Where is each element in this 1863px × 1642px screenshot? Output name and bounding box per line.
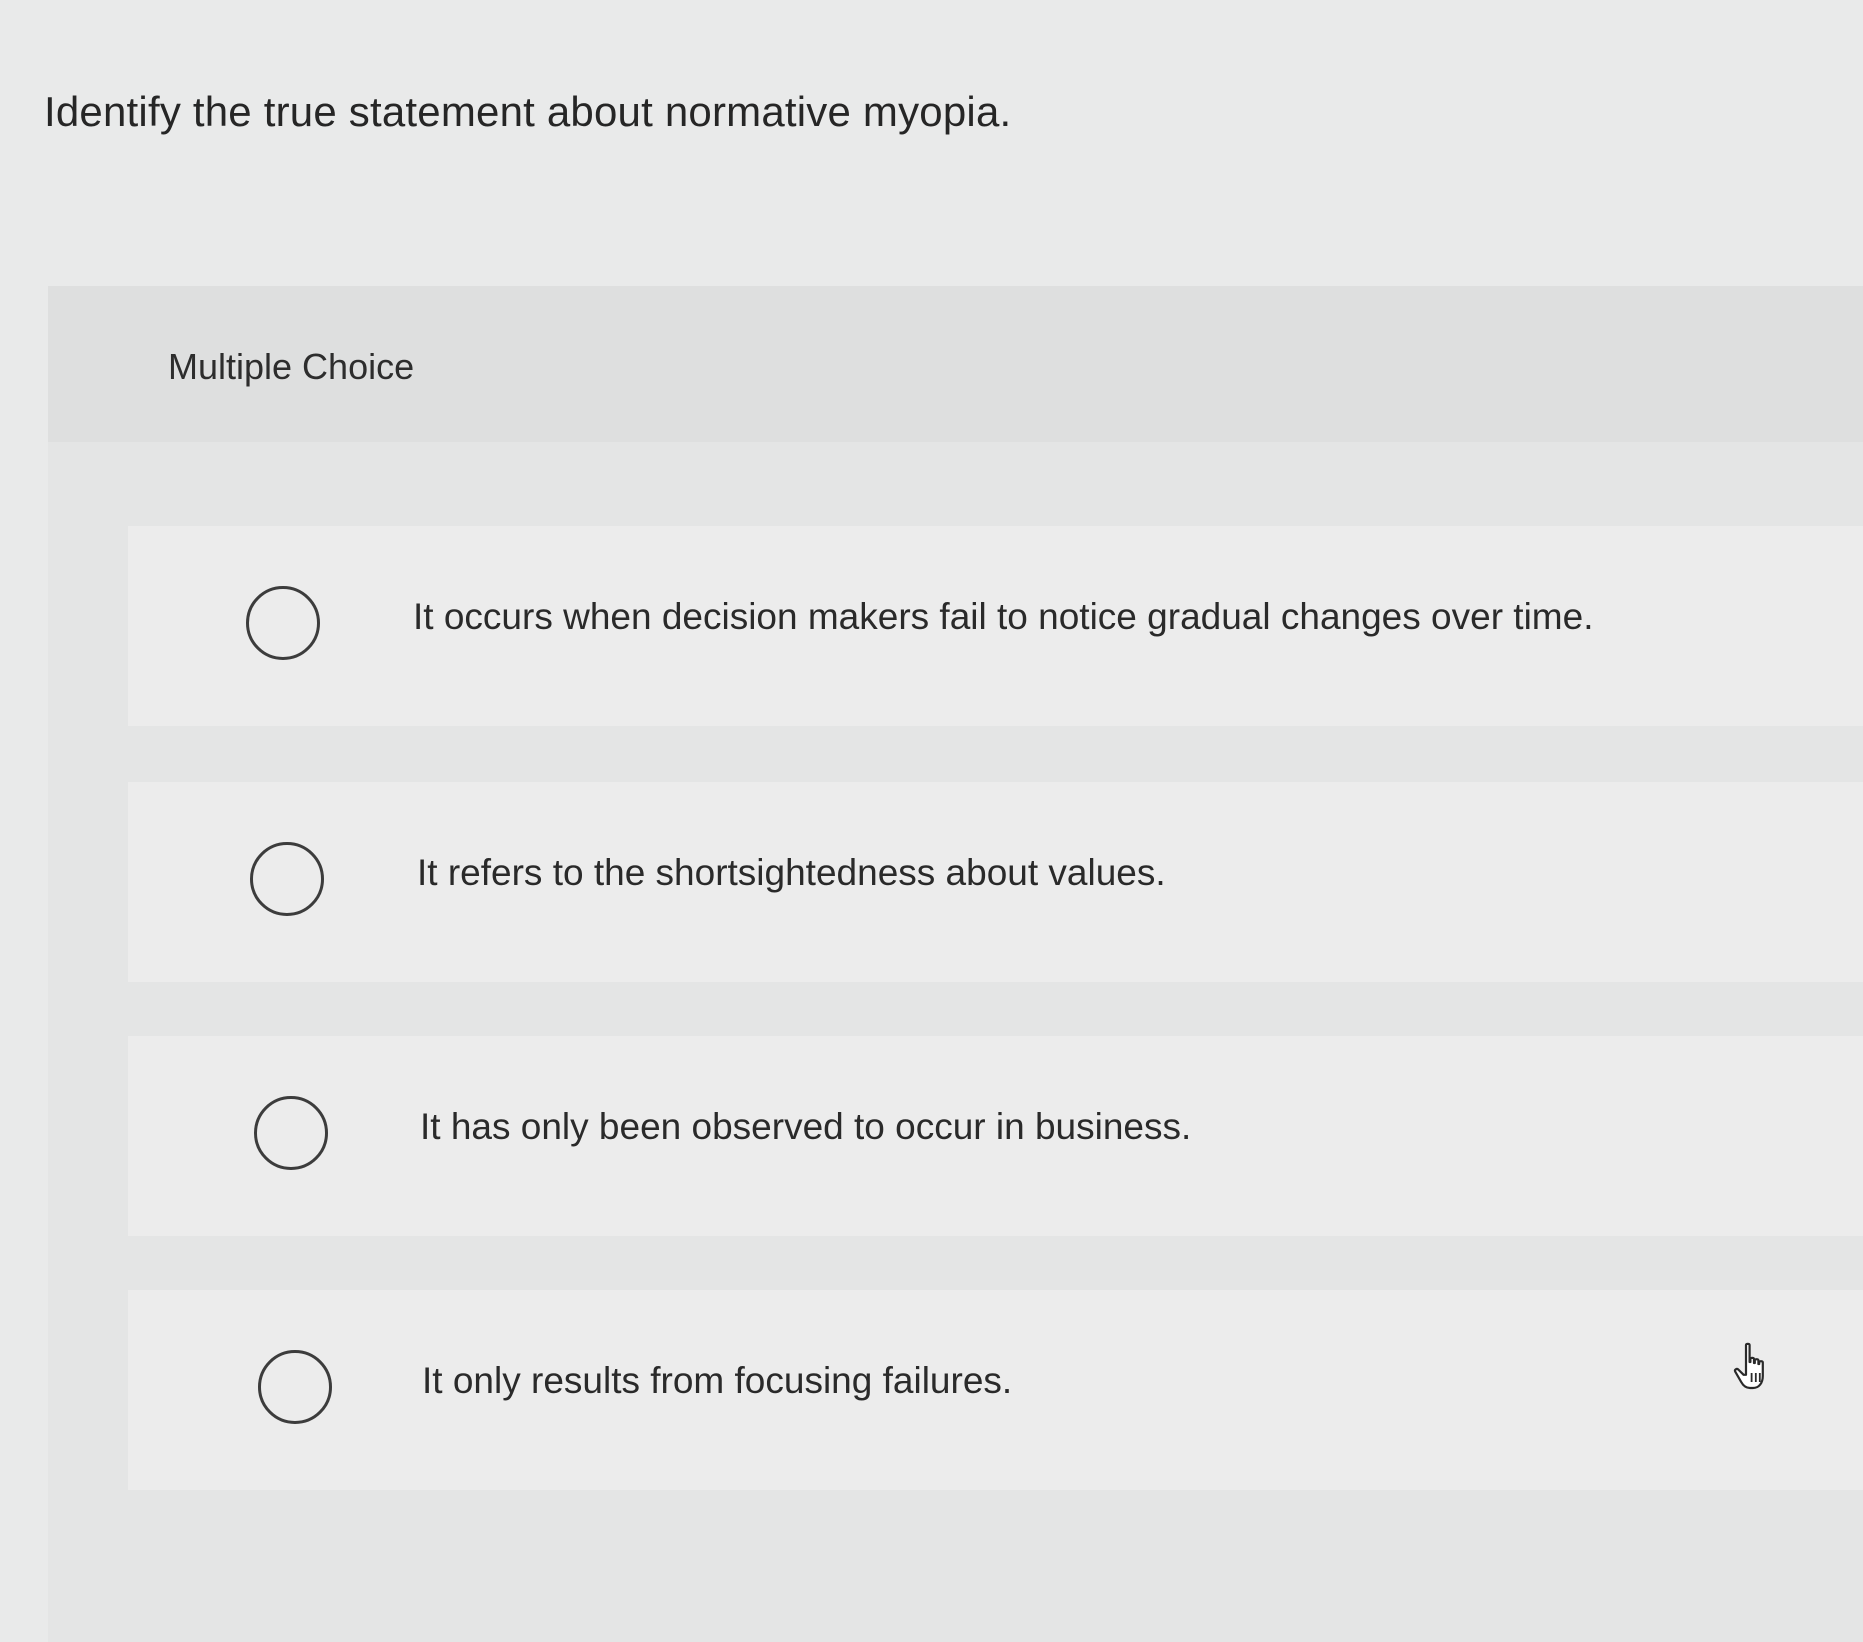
answer-option-4[interactable]: It only results from focusing failures. bbox=[128, 1290, 1863, 1490]
answer-option-text: It occurs when decision makers fail to n… bbox=[413, 596, 1594, 637]
answer-option-text: It refers to the shortsightedness about … bbox=[417, 852, 1166, 893]
radio-unchecked-icon[interactable] bbox=[250, 842, 324, 916]
answer-option-1[interactable]: It occurs when decision makers fail to n… bbox=[128, 526, 1863, 726]
answer-option-text: It has only been observed to occur in bu… bbox=[420, 1106, 1192, 1147]
radio-unchecked-icon[interactable] bbox=[246, 586, 320, 660]
answer-option-3[interactable]: It has only been observed to occur in bu… bbox=[128, 1036, 1863, 1236]
hand-pointer-cursor-icon bbox=[1733, 1342, 1764, 1390]
radio-unchecked-icon[interactable] bbox=[254, 1096, 328, 1170]
multiple-choice-panel: Multiple Choice It occurs when decision … bbox=[48, 286, 1863, 1642]
answer-option-2[interactable]: It refers to the shortsightedness about … bbox=[128, 782, 1863, 982]
radio-unchecked-icon[interactable] bbox=[258, 1350, 332, 1424]
question-type-label: Multiple Choice bbox=[168, 346, 415, 387]
panel-header: Multiple Choice bbox=[48, 286, 1863, 442]
question-title: Identify the true statement about normat… bbox=[44, 88, 1012, 135]
answer-option-text: It only results from focusing failures. bbox=[422, 1360, 1013, 1401]
